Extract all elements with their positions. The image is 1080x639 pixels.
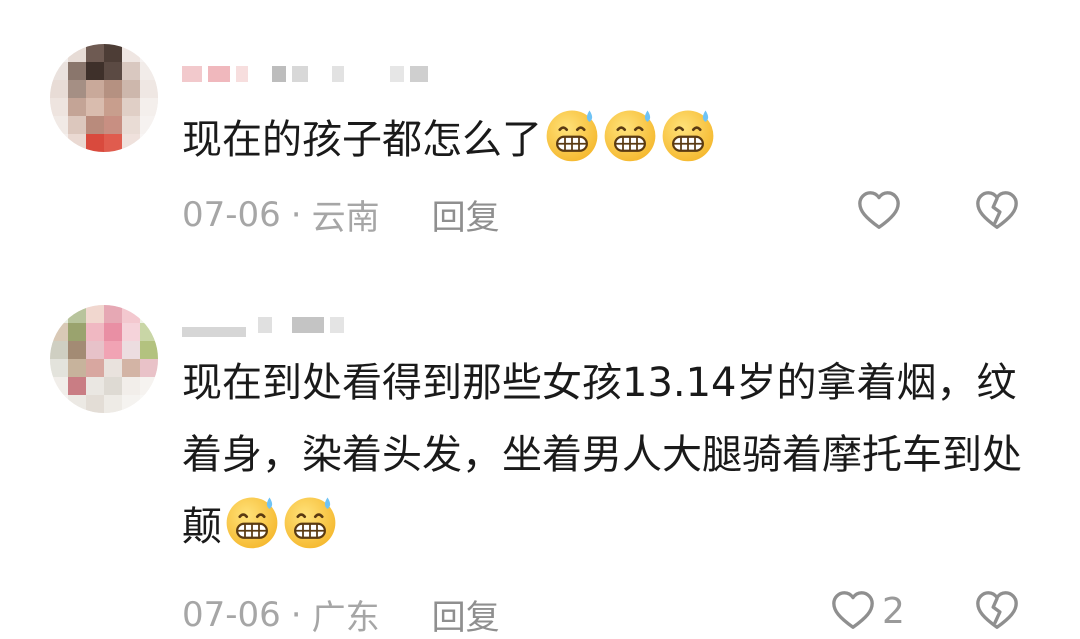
reply-button[interactable]: 回复: [432, 590, 500, 639]
comment-location: 广东: [311, 598, 380, 638]
avatar[interactable]: [50, 44, 158, 152]
username-obscured[interactable]: [182, 305, 344, 345]
grimacing-sweat-emoji-icon: [284, 497, 336, 549]
emoji-group: [544, 107, 716, 163]
comment-date: 07-06: [182, 194, 281, 235]
comment-item: 现在到处看得到那些女孩13.14岁的拿着烟，纹着身，染着头发，坐着男人大腿骑着摩…: [0, 285, 1080, 638]
heart-outline-icon: [858, 191, 900, 229]
grimacing-sweat-emoji-icon: [662, 110, 714, 162]
avatar[interactable]: [50, 305, 158, 413]
meta-separator: ·: [290, 594, 302, 635]
comment-text: 现在到处看得到那些女孩13.14岁的拿着烟，纹着身，染着头发，坐着男人大腿骑着摩…: [182, 347, 1032, 563]
meta-separator: ·: [290, 194, 302, 235]
grimacing-sweat-emoji-icon: [604, 110, 656, 162]
comment-item: 现在的孩子都怎么了 07-06 · 云南 回复: [0, 0, 1080, 270]
dislike-button[interactable]: [974, 188, 1020, 238]
comment-date: 07-06: [182, 594, 281, 635]
grimacing-sweat-emoji-icon: [546, 110, 598, 162]
comment-text-content: 现在的孩子都怎么了: [182, 117, 542, 163]
like-button[interactable]: 2: [830, 588, 905, 634]
comment-meta: 07-06 · 广东 回复: [182, 590, 500, 639]
dislike-button[interactable]: [974, 588, 1020, 638]
comment-location: 云南: [311, 198, 380, 238]
comment-meta: 07-06 · 云南 回复: [182, 190, 500, 239]
heart-outline-icon: [832, 591, 874, 629]
reply-button[interactable]: 回复: [432, 190, 500, 239]
like-button[interactable]: [856, 188, 908, 234]
grimacing-sweat-emoji-icon: [226, 497, 278, 549]
broken-heart-icon: [976, 591, 1018, 629]
like-count: 2: [882, 590, 905, 632]
emoji-group: [224, 494, 338, 550]
comment-text: 现在的孩子都怎么了: [182, 104, 1032, 176]
broken-heart-icon: [976, 191, 1018, 229]
username-obscured[interactable]: [182, 54, 428, 94]
